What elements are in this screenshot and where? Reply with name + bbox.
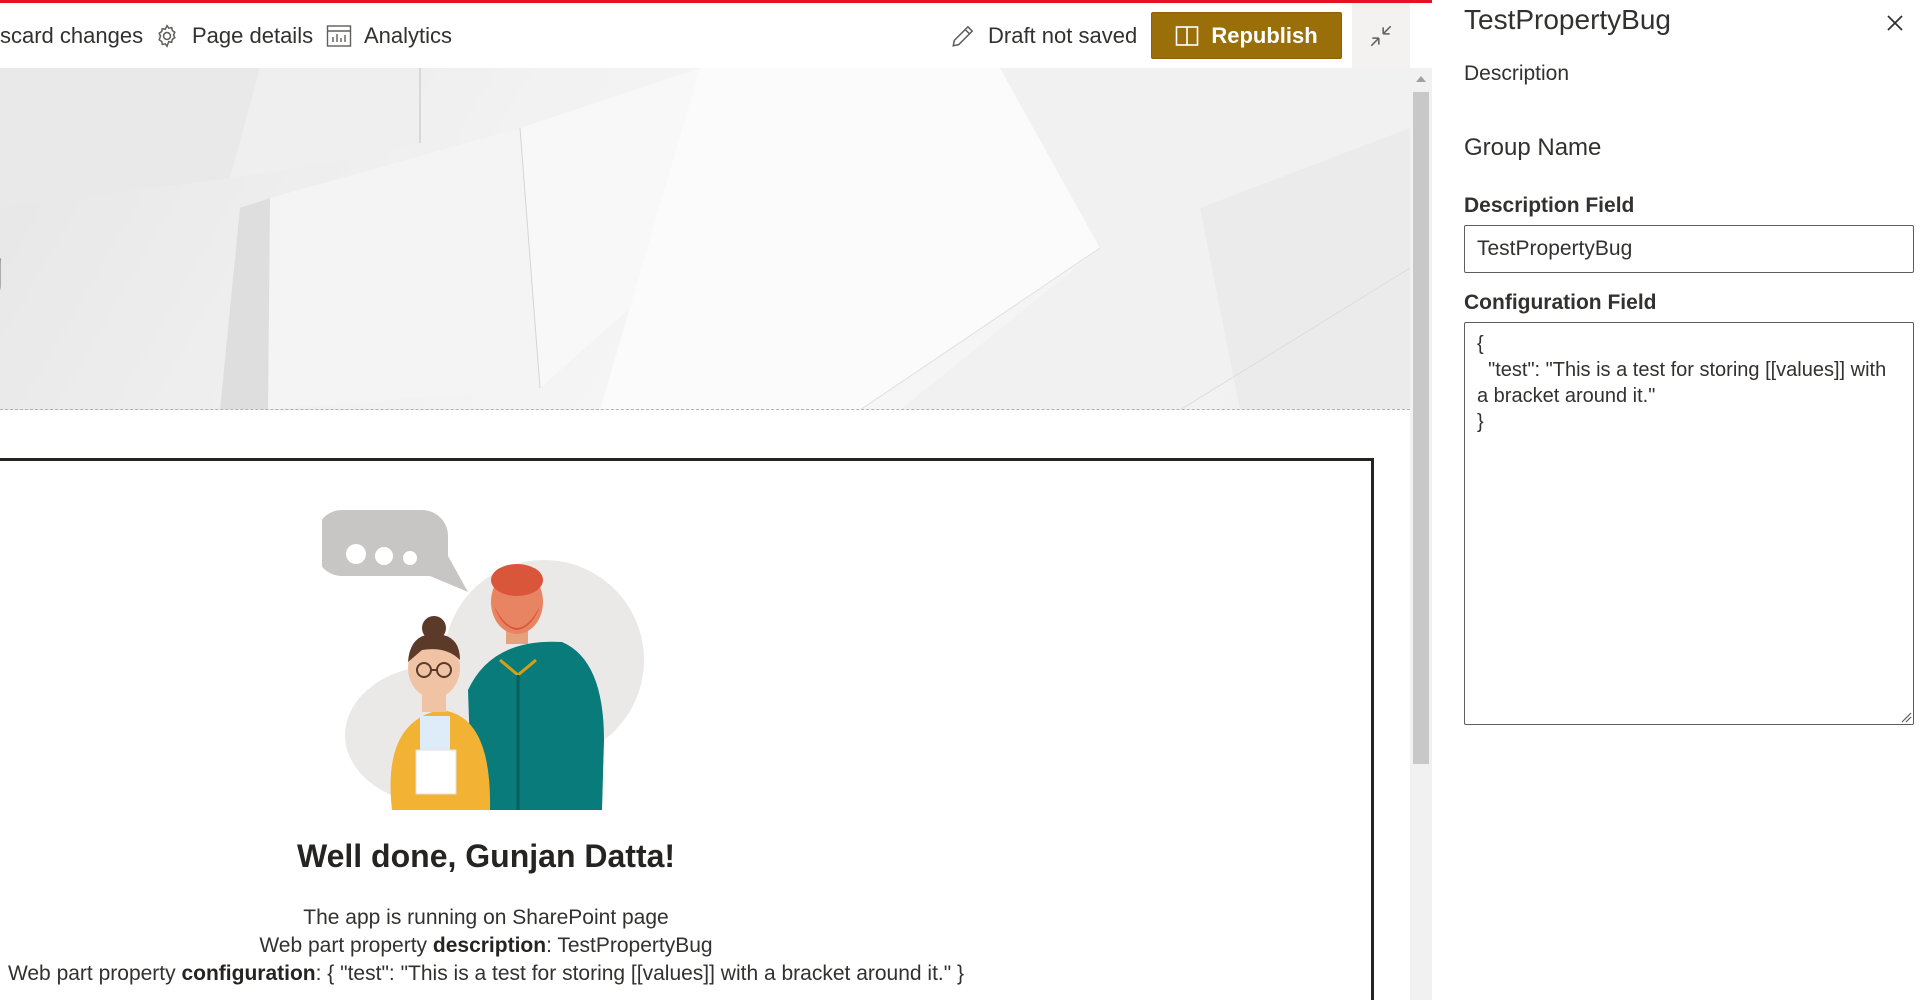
close-icon xyxy=(1887,15,1903,31)
page-details-button[interactable]: Page details xyxy=(154,3,313,68)
info-line-configuration-value: : { "test": "This is a test for storing … xyxy=(315,962,965,985)
description-field[interactable] xyxy=(1464,225,1914,273)
property-pane-description: Description xyxy=(1464,62,1570,85)
page-scrollbar[interactable] xyxy=(1410,68,1432,1000)
info-line-configuration-key: configuration xyxy=(181,962,316,985)
book-icon xyxy=(1176,25,1199,46)
configuration-field[interactable]: { "test": "This is a test for storing [[… xyxy=(1464,322,1914,725)
analytics-button[interactable]: Analytics xyxy=(326,3,452,68)
info-line-page: The app is running on SharePoint page xyxy=(303,906,669,929)
configuration-field-label: Configuration Field xyxy=(1464,291,1657,314)
analytics-icon xyxy=(326,24,352,47)
banner-background-graphic xyxy=(0,68,1410,409)
page-canvas: scard changes Page details Analytics Dra… xyxy=(0,0,1432,1000)
page-banner-image: g xyxy=(0,68,1410,410)
analytics-label: Analytics xyxy=(364,22,453,48)
command-bar: scard changes Page details Analytics Dra… xyxy=(0,3,1410,68)
gear-icon xyxy=(158,23,176,48)
discard-changes-label: scard changes xyxy=(0,22,144,48)
pencil-icon xyxy=(952,25,974,47)
property-pane: TestPropertyBug Description Group Name D… xyxy=(1432,0,1927,1000)
property-pane-title: TestPropertyBug xyxy=(1464,4,1671,35)
draft-status-label: Draft not saved xyxy=(988,22,1138,48)
description-field-label: Description Field xyxy=(1464,194,1635,217)
info-line-configuration-prefix: Web part property xyxy=(7,962,182,985)
info-line-configuration: Web part property configuration: { "test… xyxy=(0,962,972,986)
welcome-illustration xyxy=(322,510,644,810)
collapse-icon xyxy=(1370,25,1392,46)
welcome-heading: Well done, Gunjan Datta! xyxy=(296,838,676,874)
info-line-description-value: : TestPropertyBug xyxy=(546,934,713,957)
scroll-up-arrow[interactable] xyxy=(1410,68,1432,90)
group-name-heading: Group Name xyxy=(1464,134,1602,161)
info-line-description-prefix: Web part property xyxy=(259,934,433,957)
info-line-description-key: description xyxy=(432,934,547,957)
discard-changes-button[interactable]: scard changes xyxy=(0,3,143,68)
republish-button[interactable]: Republish xyxy=(1151,12,1342,59)
close-button[interactable] xyxy=(1880,8,1910,38)
draft-status: Draft not saved xyxy=(950,3,1137,68)
chevron-up-icon xyxy=(1416,76,1426,82)
resize-grip-icon[interactable] xyxy=(1900,711,1912,723)
page-details-label: Page details xyxy=(192,22,314,48)
republish-label: Republish xyxy=(1211,22,1318,48)
scroll-thumb[interactable] xyxy=(1413,92,1429,764)
collapse-button[interactable] xyxy=(1352,3,1410,68)
page-title: g xyxy=(0,236,4,301)
info-line-description: Web part property description: TestPrope… xyxy=(0,934,972,958)
